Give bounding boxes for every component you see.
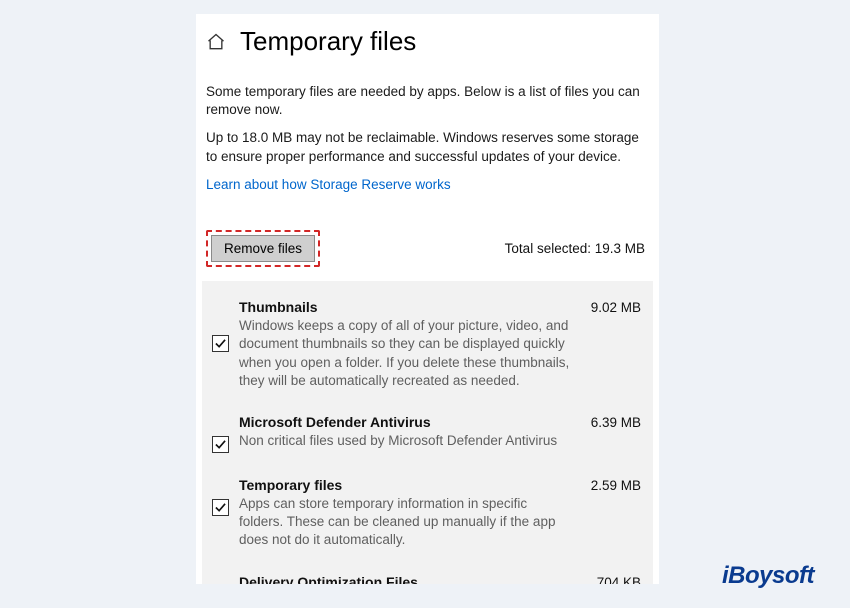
page-title: Temporary files xyxy=(240,26,416,57)
action-row: Remove files Total selected: 19.3 MB xyxy=(196,204,659,277)
settings-panel: Temporary files Some temporary files are… xyxy=(196,14,659,584)
checkbox-tempfiles[interactable] xyxy=(212,499,229,516)
checkbox-thumbnails[interactable] xyxy=(212,335,229,352)
remove-files-button[interactable]: Remove files xyxy=(211,235,315,262)
list-item: Temporary files 2.59 MB Apps can store t… xyxy=(202,469,653,566)
intro-line-2: Up to 18.0 MB may not be reclaimable. Wi… xyxy=(206,129,647,165)
item-size: 704 KB xyxy=(597,575,641,584)
item-title: Delivery Optimization Files xyxy=(239,574,418,584)
item-title: Temporary files xyxy=(239,477,342,493)
item-size: 6.39 MB xyxy=(591,415,641,430)
list-item: Delivery Optimization Files 704 KB Deliv… xyxy=(202,566,653,584)
list-item: Microsoft Defender Antivirus 6.39 MB Non… xyxy=(202,406,653,469)
intro-text: Some temporary files are needed by apps.… xyxy=(196,65,659,194)
item-size: 2.59 MB xyxy=(591,478,641,493)
item-size: 9.02 MB xyxy=(591,300,641,315)
checkbox-defender[interactable] xyxy=(212,436,229,453)
file-category-list: Thumbnails 9.02 MB Windows keeps a copy … xyxy=(202,281,653,584)
item-title: Microsoft Defender Antivirus xyxy=(239,414,431,430)
list-item: Thumbnails 9.02 MB Windows keeps a copy … xyxy=(202,291,653,406)
item-description: Windows keeps a copy of all of your pict… xyxy=(239,317,641,390)
brand-logo: iBoysoft xyxy=(722,562,814,590)
intro-line-1: Some temporary files are needed by apps.… xyxy=(206,83,647,119)
item-description: Apps can store temporary information in … xyxy=(239,495,641,550)
storage-reserve-link[interactable]: Learn about how Storage Reserve works xyxy=(206,177,451,192)
header: Temporary files xyxy=(196,14,659,65)
brand-text: iBoysoft xyxy=(722,562,814,589)
item-title: Thumbnails xyxy=(239,299,318,315)
home-icon[interactable] xyxy=(206,32,226,52)
total-selected-label: Total selected: 19.3 MB xyxy=(505,241,645,256)
remove-files-highlight: Remove files xyxy=(206,230,320,267)
item-description: Non critical files used by Microsoft Def… xyxy=(239,432,641,450)
